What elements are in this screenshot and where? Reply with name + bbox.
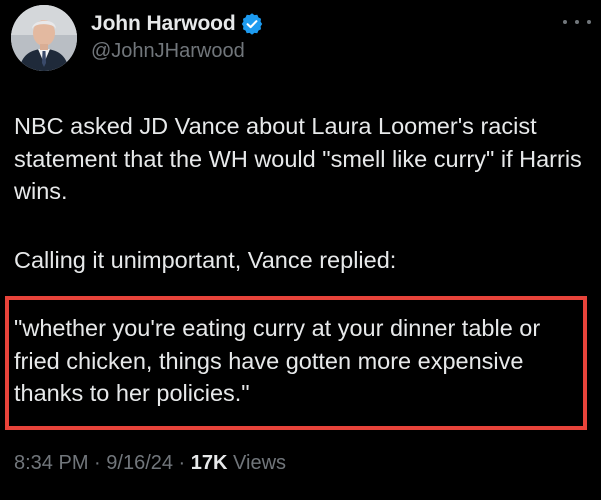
more-dot	[587, 20, 591, 24]
tweet-quote: "whether you're eating curry at your din…	[14, 315, 541, 406]
meta-separator: ·	[88, 452, 107, 474]
more-options-icon[interactable]	[563, 12, 591, 32]
author-name-row[interactable]: John Harwood	[91, 10, 263, 38]
display-name[interactable]: John Harwood	[91, 12, 236, 36]
more-dot	[563, 20, 567, 24]
views-label: Views	[227, 452, 287, 474]
tweet-paragraph: NBC asked JD Vance about Laura Loomer's …	[14, 113, 582, 204]
verified-badge-icon	[241, 13, 262, 35]
tweet-meta: 8:34 PM · 9/16/24 · 17K Views	[14, 452, 286, 475]
tweet-time[interactable]: 8:34 PM	[14, 452, 88, 474]
profile-photo-icon	[11, 5, 77, 71]
meta-separator: ·	[173, 452, 191, 474]
tweet-paragraph: Calling it unimportant, Vance replied:	[14, 247, 397, 273]
more-dot	[575, 20, 579, 24]
author-handle[interactable]: @JohnJHarwood	[91, 40, 245, 63]
tweet-date[interactable]: 9/16/24	[106, 452, 173, 474]
avatar[interactable]	[11, 5, 77, 71]
views-count: 17K	[190, 452, 228, 474]
